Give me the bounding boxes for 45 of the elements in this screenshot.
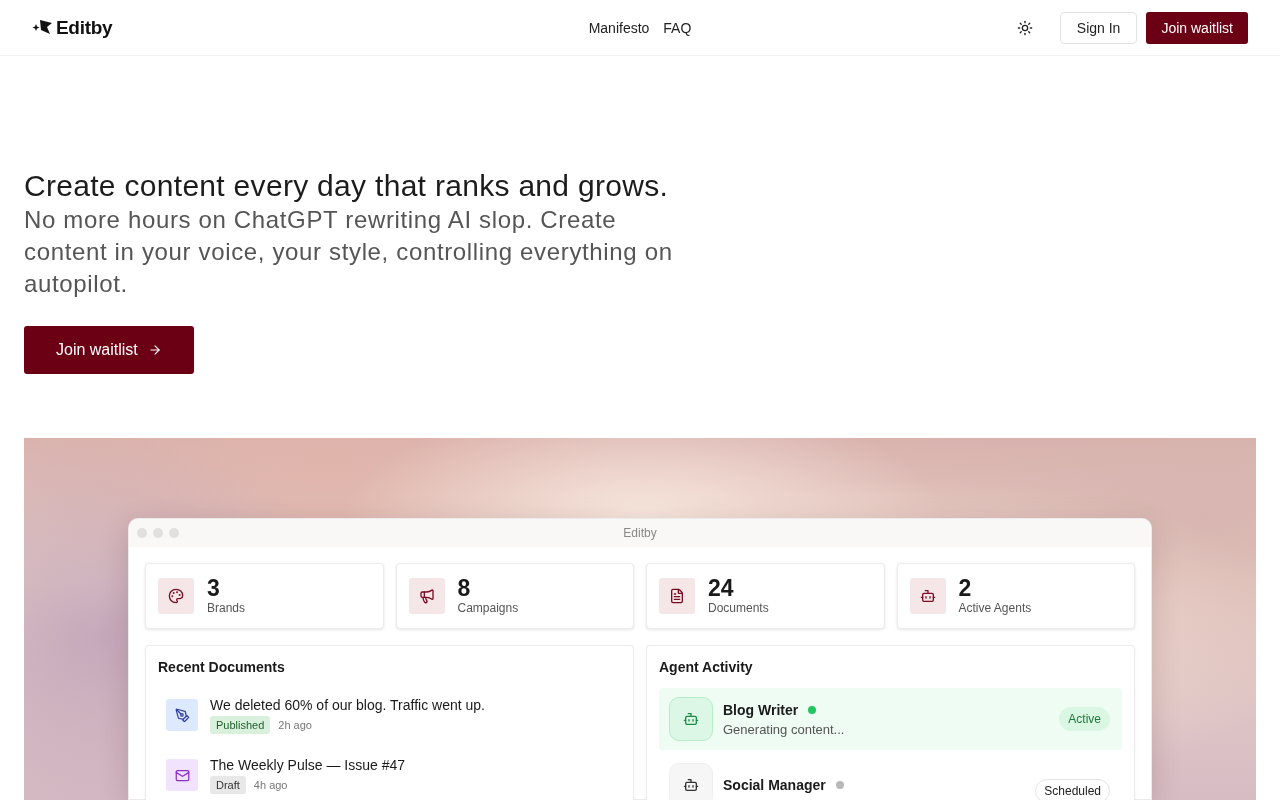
window-dot-icon[interactable] [153, 528, 163, 538]
status-badge: Published [210, 716, 271, 734]
megaphone-icon [408, 578, 445, 614]
status-badge: Active [1059, 707, 1110, 731]
robot-icon [669, 697, 713, 741]
stat-label: Campaigns [457, 600, 519, 616]
agent-name: Social Manager [723, 776, 826, 794]
status-badge: Scheduled [1035, 779, 1110, 800]
pen-nib-icon [166, 699, 198, 731]
time-text: 2h ago [278, 719, 312, 731]
agent-name: Blog Writer [723, 701, 799, 719]
panel-title: Agent Activity [659, 658, 754, 676]
document-title[interactable]: We deleted 60% of our blog. Traffic went up. [210, 696, 485, 714]
agent-detail: Generating content... [723, 722, 846, 737]
join-waitlist-button[interactable]: Join waitlist [1146, 11, 1248, 44]
nav-link[interactable]: FAQ [663, 15, 692, 40]
stat-label: Active Agents [958, 600, 1032, 616]
document-icon [659, 578, 695, 614]
robot-icon [669, 763, 713, 800]
document-title[interactable]: The Weekly Pulse — Issue #47 [210, 756, 406, 774]
arrow-right-icon [147, 343, 162, 357]
logo-text[interactable]: Editby [56, 16, 113, 39]
hero-title: Create content every day that ranks and grows. [24, 168, 669, 204]
robot-icon [909, 578, 946, 614]
stat-label: Documents [708, 600, 769, 616]
time-text: 4h ago [253, 779, 288, 791]
sign-in-button[interactable]: Sign In [1059, 11, 1138, 44]
window-dot-icon[interactable] [169, 528, 179, 538]
join-waitlist-button[interactable]: Join waitlist [24, 326, 194, 374]
stat-value: 2 [958, 576, 973, 600]
stat-value: 24 [708, 576, 735, 600]
agent-row[interactable]: Blog Writer Generating content... Active [659, 688, 1122, 750]
stat-value: 8 [457, 576, 472, 600]
sun-icon [1016, 19, 1033, 36]
palette-icon [158, 578, 194, 614]
stat-value: 3 [207, 576, 221, 600]
panel-title: Recent Documents [158, 658, 286, 676]
hero-subtitle: No more hours on ChatGPT rewriting AI slop. Create content in your voice, your style, controlling everything on autopilot. [24, 205, 674, 299]
window-dot-icon[interactable] [137, 528, 147, 538]
logo-icon [32, 19, 53, 36]
window-title: Editby [623, 526, 657, 540]
stat-label: Brands [207, 600, 246, 616]
nav-link[interactable]: Manifesto [588, 15, 650, 40]
mail-icon [166, 759, 198, 791]
status-badge: Draft [210, 776, 246, 794]
